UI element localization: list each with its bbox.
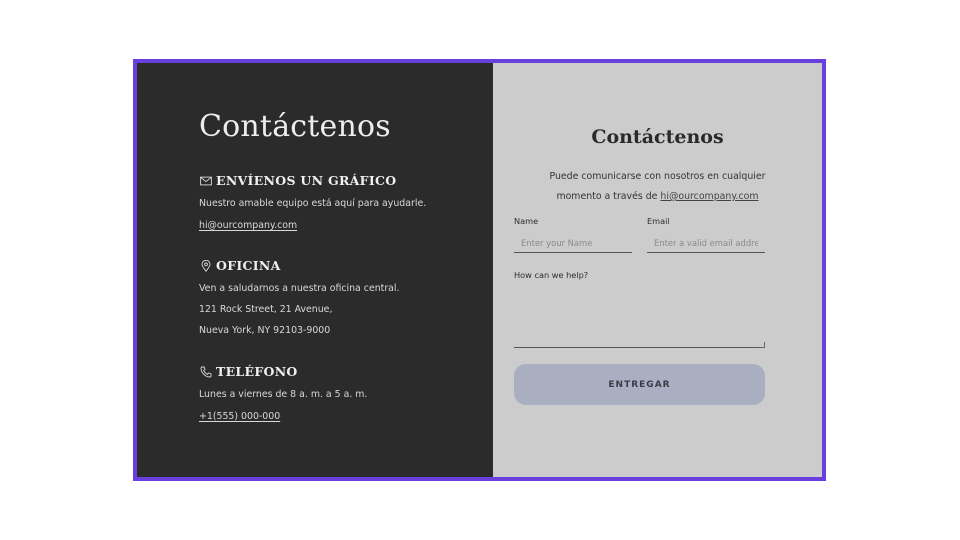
chat-heading: ENVÍENOS UN GRÁFICO — [216, 173, 397, 188]
form-email-link[interactable]: hi@ourcompany.com — [660, 191, 758, 202]
phone-icon — [199, 365, 212, 378]
contact-form-panel: Contáctenos Puede comunicarse con nosotr… — [493, 63, 822, 477]
form-title: Contáctenos — [591, 126, 724, 148]
name-input[interactable] — [514, 233, 632, 253]
contact-info-panel: Contáctenos ENVÍENOS UN GRÁFICO Nuestro … — [137, 63, 493, 477]
form-description-line-2: momento a través de — [556, 191, 661, 202]
chat-description: Nuestro amable equipo está aquí para ayu… — [199, 198, 427, 209]
phone-heading: TELÉFONO — [216, 364, 298, 379]
help-textarea[interactable] — [514, 284, 765, 348]
location-pin-icon — [199, 259, 212, 272]
phone-section: TELÉFONO Lunes a viernes de 8 a. m. a 5 … — [199, 364, 469, 423]
chat-email-link[interactable]: hi@ourcompany.com — [199, 220, 297, 231]
textarea-resize-handle[interactable] — [759, 342, 765, 348]
name-label: Name — [514, 216, 539, 226]
phone-number-link[interactable]: +1(555) 000-000 — [199, 411, 280, 422]
office-heading: OFICINA — [216, 258, 281, 273]
contact-card: Contáctenos ENVÍENOS UN GRÁFICO Nuestro … — [133, 59, 826, 481]
chat-section: ENVÍENOS UN GRÁFICO Nuestro amable equip… — [199, 173, 469, 232]
form-description: Puede comunicarse con nosotros en cualqu… — [513, 167, 802, 207]
office-line-2: 121 Rock Street, 21 Avenue, — [199, 304, 333, 315]
form-description-line-1: Puede comunicarse con nosotros en cualqu… — [549, 171, 766, 182]
phone-hours: Lunes a viernes de 8 a. m. a 5 a. m. — [199, 389, 368, 400]
email-label: Email — [647, 216, 670, 226]
email-input[interactable] — [647, 233, 765, 253]
mail-icon — [199, 174, 212, 187]
info-title: Contáctenos — [199, 109, 391, 144]
office-line-1: Ven a saludarnos a nuestra oficina centr… — [199, 283, 400, 294]
office-section: OFICINA Ven a saludarnos a nuestra ofici… — [199, 258, 469, 336]
help-label: How can we help? — [514, 270, 589, 280]
submit-button[interactable]: ENTREGAR — [514, 364, 765, 405]
office-line-3: Nueva York, NY 92103-9000 — [199, 325, 331, 336]
